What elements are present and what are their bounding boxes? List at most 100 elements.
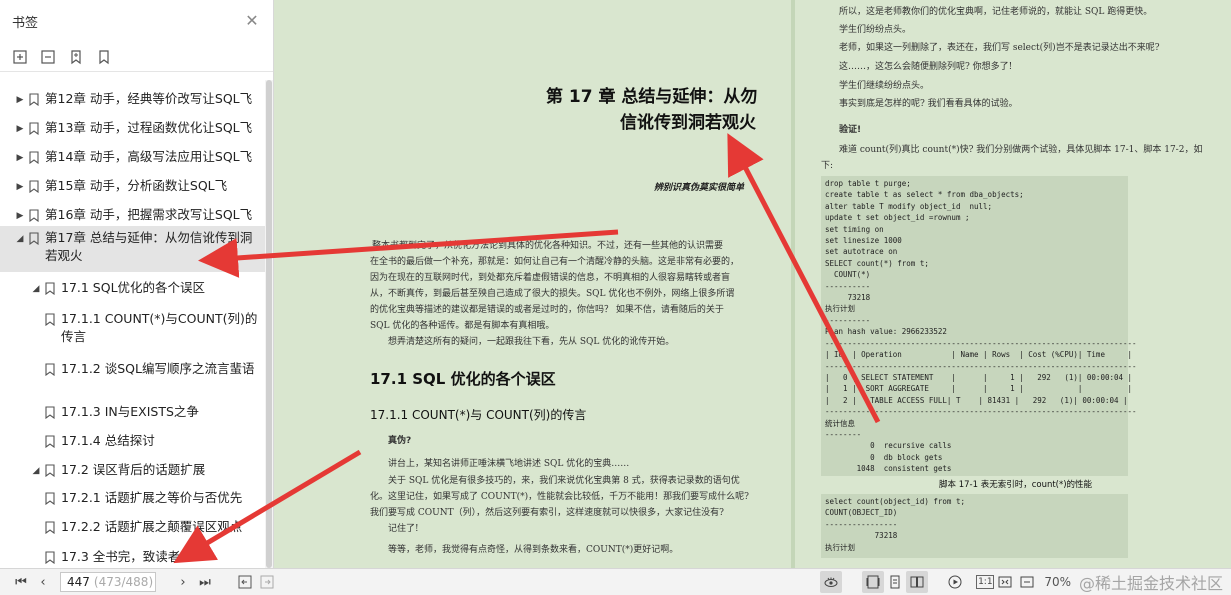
code-block: select count(object_id) from t; COUNT(OB…: [821, 494, 1128, 558]
toc-item-ch16[interactable]: ▶ 第16章 动手，把握需求改写让SQL飞: [0, 203, 266, 225]
page-current: 447: [67, 575, 90, 589]
section-heading: 17.1 SQL 优化的各个误区: [370, 370, 556, 388]
zoom-level[interactable]: 70%: [1044, 575, 1071, 589]
scrollbar-thumb[interactable]: [266, 80, 272, 568]
toc-item-17-1-2[interactable]: 17.1.2 谈SQL编写顺序之流言蜚语: [0, 357, 266, 393]
close-icon[interactable]: ✕: [243, 12, 261, 30]
bookmark-icon: [45, 551, 55, 564]
toc-item-17-2-1[interactable]: 17.2.1 话题扩展之等价与否优先: [0, 486, 266, 508]
body-line: 老师，如果这一列删除了，表还在，我们写 select(列)岂不是表记录达出不来呢…: [839, 43, 1160, 53]
body-line: 事实到底是怎样的呢? 我们看看具体的试验。: [839, 99, 1018, 109]
play-icon[interactable]: [944, 571, 966, 593]
expand-arrow-icon[interactable]: ▶: [14, 178, 26, 196]
single-page-icon[interactable]: [862, 571, 885, 593]
eye-care-icon[interactable]: [820, 571, 843, 593]
fit-width-icon[interactable]: [1016, 571, 1038, 593]
body-line: 讲台上，某知名讲师正唾沫横飞地讲述 SQL 优化的宝典……: [388, 459, 630, 469]
subsection-heading: 17.1.1 COUNT(*)与 COUNT(列)的传言: [370, 408, 587, 422]
last-page-icon[interactable]: ⏭: [194, 571, 216, 593]
forward-icon[interactable]: [256, 571, 278, 593]
document-view[interactable]: 第 17 章 总结与延伸：从勿 信讹传到洞若观火 辨别识真伪莫实很简单 整本书都…: [274, 0, 1231, 568]
next-page-icon[interactable]: ›: [172, 571, 194, 593]
sub-heading: 真伪?: [388, 436, 412, 446]
toc-item-17-2[interactable]: ◢ 17.2 误区背后的话题扩展: [0, 458, 266, 480]
sidebar-toolbar: [0, 42, 273, 72]
back-icon[interactable]: [234, 571, 256, 593]
body-line: 学生们纷纷点头。: [839, 25, 912, 35]
toc-item-label: 17.1.1 COUNT(*)与COUNT(列)的传言: [61, 311, 258, 344]
bookmark-icon: [29, 232, 39, 245]
pdf-page-right: 所以，这是老师教你们的优化宝典啊，记住老师说的，就能让 SQL 跑得更快。 学生…: [795, 0, 1231, 568]
expand-arrow-icon[interactable]: ▶: [14, 120, 26, 138]
collapse-arrow-icon[interactable]: ◢: [30, 280, 42, 298]
collapse-arrow-icon[interactable]: ◢: [30, 462, 42, 480]
body-line: 我们要写成 COUNT（列），然后这列要有索引，这样速度就可以快很多，大家记住没…: [370, 508, 724, 518]
page-number-input[interactable]: 447 (473/488): [60, 572, 156, 592]
body-line: 下:: [821, 161, 834, 171]
prev-page-icon[interactable]: ‹: [32, 571, 54, 593]
toc-item-label: 17.2.2 话题扩展之颠覆误区观点: [61, 519, 243, 534]
sidebar-scrollbar[interactable]: [265, 80, 273, 568]
collapse-all-icon[interactable]: [38, 47, 58, 67]
toc-item-ch12[interactable]: ▶ 第12章 动手，经典等价改写让SQL飞: [0, 87, 266, 109]
intro-line: 从，不断真传，到最后甚至殃自己造成了很大的损失。SQL 优化也不例外，网络上很多…: [370, 289, 735, 299]
bookmark-icon: [45, 313, 55, 326]
bookmark-icon: [45, 464, 55, 477]
bookmark-sidebar: 书签 ✕ ▶ 第12章 动手，经典等价改写让SQL飞 ▶ 第13章 动手，过程函数优化…: [0, 0, 274, 568]
toc-item-17-1-4[interactable]: 17.1.4 总结探讨: [0, 429, 266, 451]
expand-arrow-icon[interactable]: ▶: [14, 207, 26, 225]
bookmark-icon: [45, 521, 55, 534]
body-line: 等等，老师，我觉得有点奇怪，从得到条数来看，COUNT(*)更好记啊。: [388, 545, 679, 555]
bookmark-icon[interactable]: [94, 47, 114, 67]
body-line: 难道 count(列)真比 count(*)快? 我们分别做两个试验，具体见脚本…: [839, 145, 1203, 155]
toc-item-label: 17.2 误区背后的话题扩展: [61, 462, 206, 477]
body-line: 所以，这是老师教你们的优化宝典啊，记住老师说的，就能让 SQL 跑得更快。: [839, 7, 1153, 17]
toc-item-label: 第12章 动手，经典等价改写让SQL飞: [45, 91, 253, 106]
toc-item-17-1-1[interactable]: 17.1.1 COUNT(*)与COUNT(列)的传言: [0, 307, 266, 344]
intro-line: 整本书都到完了，从优化方法论到具体的优化各种知识。不过，还有一些其他的认识需要: [372, 241, 724, 251]
chapter-title-line1: 第 17 章 总结与延伸：从勿: [546, 87, 758, 107]
collapse-arrow-icon[interactable]: ◢: [14, 230, 26, 248]
toc-item-17-1-3[interactable]: 17.1.3 IN与EXISTS之争: [0, 400, 266, 422]
sidebar-header: 书签 ✕: [0, 0, 273, 42]
intro-line: SQL 优化的各种谣传。都是有脚本有真相哦。: [370, 321, 555, 331]
continuous-page-icon[interactable]: [884, 571, 906, 593]
toc-item-label: 17.1 SQL优化的各个误区: [61, 280, 206, 295]
pdf-reader-window: 书签 ✕ ▶ 第12章 动手，经典等价改写让SQL飞 ▶ 第13章 动手，过程函数优化…: [0, 0, 1231, 595]
toc-item-label: 第17章 总结与延伸：从勿信讹传到洞若观火: [45, 230, 253, 263]
bookmark-icon: [29, 93, 39, 106]
two-page-icon[interactable]: [906, 571, 929, 593]
toc-item-ch17[interactable]: ◢ 第17章 总结与延伸：从勿信讹传到洞若观火: [0, 226, 266, 272]
toc-item-label: 17.1.2 谈SQL编写顺序之流言蜚语: [61, 361, 255, 376]
watermark: @稀土掘金技术社区: [1078, 574, 1223, 593]
toc-item-17-3[interactable]: 17.3 全书完，致读者: [0, 545, 266, 567]
sidebar-title: 书签: [12, 15, 39, 31]
fit-page-icon[interactable]: [994, 571, 1016, 593]
body-line: 学生们继续纷纷点头。: [839, 81, 930, 91]
toc-item-label: 第13章 动手，过程函数优化让SQL飞: [45, 120, 253, 135]
pdf-page-left: 第 17 章 总结与延伸：从勿 信讹传到洞若观火 辨别识真伪莫实很简单 整本书都…: [274, 0, 791, 568]
toc-item-label: 17.1.4 总结探讨: [61, 433, 155, 448]
actual-size-icon[interactable]: 1:1: [976, 575, 995, 589]
toc-item-17-2-2[interactable]: 17.2.2 话题扩展之颠覆误区观点: [0, 515, 266, 537]
expand-all-icon[interactable]: [10, 47, 30, 67]
bookmark-icon: [29, 209, 39, 222]
expand-arrow-icon[interactable]: ▶: [14, 149, 26, 167]
first-page-icon[interactable]: ⏮: [10, 571, 32, 593]
toc-item-ch15[interactable]: ▶ 第15章 动手，分析函数让SQL飞: [0, 174, 266, 196]
expand-arrow-icon[interactable]: ▶: [14, 91, 26, 109]
body-line: 关于 SQL 优化是有很多技巧的，来，我们来说优化宝典第 8 式，获得表记录数的…: [388, 476, 740, 486]
body-line: 这……，这怎么会随便删除列呢? 你想多了!: [839, 62, 1013, 72]
intro-line: 因为在现在的互联网时代，到处都充斥着虚假错误的信息，不明真相的人很容易瞎转或者盲: [370, 273, 731, 283]
code-caption: 脚本 17-1 表无索引时，count(*)的性能: [939, 480, 1093, 490]
bookmark-tree: ▶ 第12章 动手，经典等价改写让SQL飞 ▶ 第13章 动手，过程函数优化让SQL飞…: [0, 80, 266, 568]
add-bookmark-icon[interactable]: [66, 47, 86, 67]
bookmark-icon: [45, 282, 55, 295]
intro-line: 的优化宝典等描述的建议都是错误的或者是过时的，你信吗？ 如果不信，请看随后的关于: [370, 305, 724, 315]
toc-item-label: 17.1.3 IN与EXISTS之争: [61, 404, 199, 419]
toc-item-label: 第14章 动手，高级写法应用让SQL飞: [45, 149, 253, 164]
toc-item-17-1[interactable]: ◢ 17.1 SQL优化的各个误区: [0, 276, 266, 298]
toc-item-ch13[interactable]: ▶ 第13章 动手，过程函数优化让SQL飞: [0, 116, 266, 138]
toc-item-ch14[interactable]: ▶ 第14章 动手，高级写法应用让SQL飞: [0, 145, 266, 167]
bookmark-icon: [29, 122, 39, 135]
